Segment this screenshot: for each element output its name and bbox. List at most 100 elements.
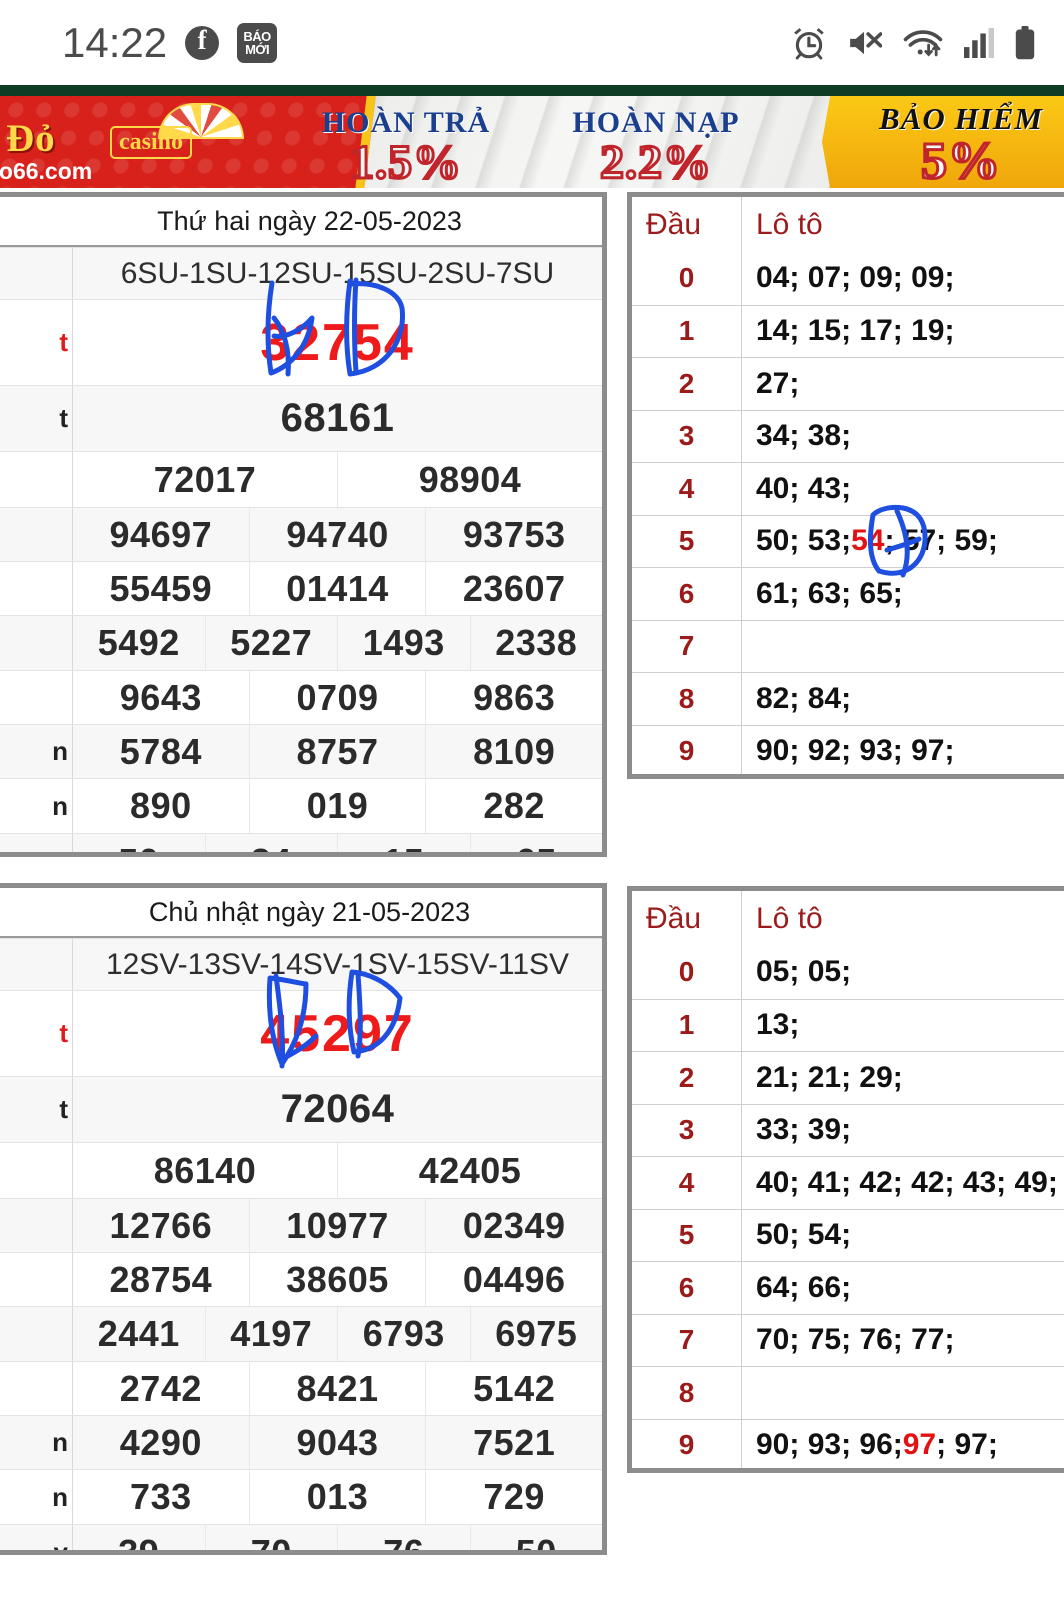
baomoi-icon: BÁO MỚI <box>237 22 278 63</box>
loto-row: 3 34; 38; <box>632 409 1064 462</box>
loto-numbers: 90; 93; 96; 97; 97; <box>742 1420 1064 1469</box>
loto-number-highlighted: 54 <box>851 524 885 558</box>
loto-numbers: 50; 54; <box>742 1210 1064 1262</box>
result-row-label <box>0 452 73 507</box>
loto-number-segment: 40; 43; <box>756 471 852 505</box>
result-date: Chủ nhật ngày 21-05-2023 <box>0 888 602 938</box>
result-codes-row: 6SU-1SU-12SU-15SU-2SU-7SU <box>0 247 602 299</box>
result-row-cells: 2742 8421 5142 <box>73 1362 602 1415</box>
result-row: 9643 0709 9863 <box>0 670 602 724</box>
result-row-cells: 4290 9043 7521 <box>73 1416 602 1469</box>
loto-dau: 9 <box>632 725 742 774</box>
result-row: 94697 94740 93753 <box>0 507 602 561</box>
result-number: 4290 <box>119 1421 202 1463</box>
loto-numbers: 50; 53; 54; 57; 59; <box>742 516 1064 568</box>
result-number: 8757 <box>248 725 426 778</box>
loto-numbers: 61; 63; 65; <box>742 568 1064 620</box>
loto-rows-container: 0 04; 07; 09; 09; 1 14; 15; 17; 19; 2 27; 3 34;… <box>632 252 1064 775</box>
result-number: 72064 <box>280 1087 395 1131</box>
result-number: 94740 <box>248 508 426 561</box>
result-number: 02349 <box>425 1199 602 1252</box>
result-number: 6793 <box>337 1307 470 1361</box>
loto-header-dau: Đầu <box>632 891 742 946</box>
loto-dau: 6 <box>632 1262 742 1314</box>
result-row-label: t <box>0 300 73 385</box>
result-row-label: n <box>0 1416 73 1469</box>
loto-dau: 8 <box>632 1367 742 1419</box>
result-row-cells: 890 019 282 <box>73 779 602 833</box>
loto-numbers: 13; <box>742 1000 1064 1052</box>
result-row-label: t <box>0 1077 73 1142</box>
loto-row: 0 04; 07; 09; 09; <box>632 252 1064 305</box>
loto-dau: 3 <box>632 1104 742 1156</box>
loto-header-row: Đầu Lô tô <box>632 891 1064 946</box>
result-row-cells: 72017 98904 <box>73 452 602 507</box>
loto-number-segment: 50; 54; <box>756 1218 852 1252</box>
ad-top-strip <box>0 85 1064 96</box>
ad-promo-1-caption: HOÀN TRẢ <box>321 106 491 139</box>
result-row-cells: 86140 42405 <box>73 1143 602 1198</box>
loto-dau: 2 <box>632 1052 742 1104</box>
result-number: 68161 <box>280 396 395 440</box>
result-number: 8109 <box>425 725 602 778</box>
loto-number-segment: 27; <box>756 366 800 400</box>
result-row: n 733 013 729 <box>0 1469 602 1524</box>
result-row-label: t <box>0 991 73 1076</box>
loto-number-segment: 21; 21; 29; <box>756 1060 903 1094</box>
loto-row: 1 14; 15; 17; 19; <box>632 304 1064 357</box>
result-codes-row: 12SV-13SV-14SV-1SV-15SV-11SV <box>0 938 602 990</box>
loto-numbers <box>742 621 1064 673</box>
loto-row: 6 64; 66; <box>632 1261 1064 1314</box>
facebook-icon: f <box>185 25 220 60</box>
result-number: 76 <box>337 1525 470 1550</box>
result-row-label <box>0 616 73 670</box>
result-row-cells: 32754 <box>73 300 602 385</box>
status-bar-left: 14:22 f BÁO MỚI <box>62 18 278 67</box>
result-number: 2338 <box>469 616 603 670</box>
loto-numbers: 64; 66; <box>742 1262 1064 1314</box>
loto-number-segment: 34; 38; <box>756 419 852 453</box>
loto-number-segment: 70; 75; 76; 77; <box>756 1323 955 1357</box>
status-bar: 14:22 f BÁO MỚI <box>0 0 1064 85</box>
result-date: Thứ hai ngày 22-05-2023 <box>0 197 602 247</box>
loto-number-segment: 13; <box>756 1008 800 1042</box>
result-number: 890 <box>130 785 192 826</box>
loto-header-loto: Lô tô <box>756 207 823 241</box>
result-number: 9863 <box>425 671 602 724</box>
result-number: 4197 <box>204 1307 338 1361</box>
result-number: 5142 <box>425 1362 602 1415</box>
status-clock: 14:22 <box>62 18 168 66</box>
result-number: 38605 <box>248 1253 426 1306</box>
loto-dau: 3 <box>632 410 742 462</box>
loto-row: 0 05; 05; <box>632 946 1064 999</box>
loto-row: 7 70; 75; 76; 77; <box>632 1313 1064 1366</box>
result-number: 04496 <box>425 1253 602 1306</box>
ad-banner[interactable]: Số Đỏ casino sodo66.com HOÀN TRẢ 1.5% HO… <box>0 85 1064 188</box>
loto-rows-container: 0 05; 05; 1 13; 2 21; 21; 29; 3 33; 39; 4 40; 41;… <box>632 946 1064 1469</box>
result-number: 34 <box>204 834 338 852</box>
loto-row: 8 82; 84; <box>632 672 1064 725</box>
loto-numbers: 90; 92; 93; 97; <box>742 726 1064 775</box>
result-row-cells: 12766 10977 02349 <box>73 1199 602 1252</box>
result-number: 8421 <box>248 1362 426 1415</box>
loto-row: 7 <box>632 619 1064 673</box>
result-row: t 32754 <box>0 299 602 385</box>
result-number: 6975 <box>469 1307 603 1361</box>
loto-row: 4 40; 43; <box>632 462 1064 515</box>
result-codes: 12SV-13SV-14SV-1SV-15SV-11SV <box>105 947 570 981</box>
result-row: n 890 019 282 <box>0 778 602 833</box>
loto-numbers: 05; 05; <box>742 946 1064 999</box>
loto-numbers <box>742 1367 1064 1419</box>
result-row-cells: 2441 4197 6793 6975 <box>73 1307 602 1361</box>
row-label <box>0 939 73 990</box>
loto-header-loto: Lô tô <box>756 901 823 935</box>
ad-promo-hoan-tra: HOÀN TRẢ 1.5% <box>286 106 526 189</box>
signal-icon <box>964 26 994 60</box>
result-number: 5492 <box>97 622 180 663</box>
result-row: y 39 70 76 50 <box>0 1524 602 1550</box>
result-row: 12766 10977 02349 <box>0 1198 602 1252</box>
loto-dau: 6 <box>632 568 742 620</box>
loto-dau: 1 <box>632 305 742 357</box>
loto-dau: 0 <box>632 252 742 305</box>
result-row: 86140 42405 <box>0 1142 602 1198</box>
